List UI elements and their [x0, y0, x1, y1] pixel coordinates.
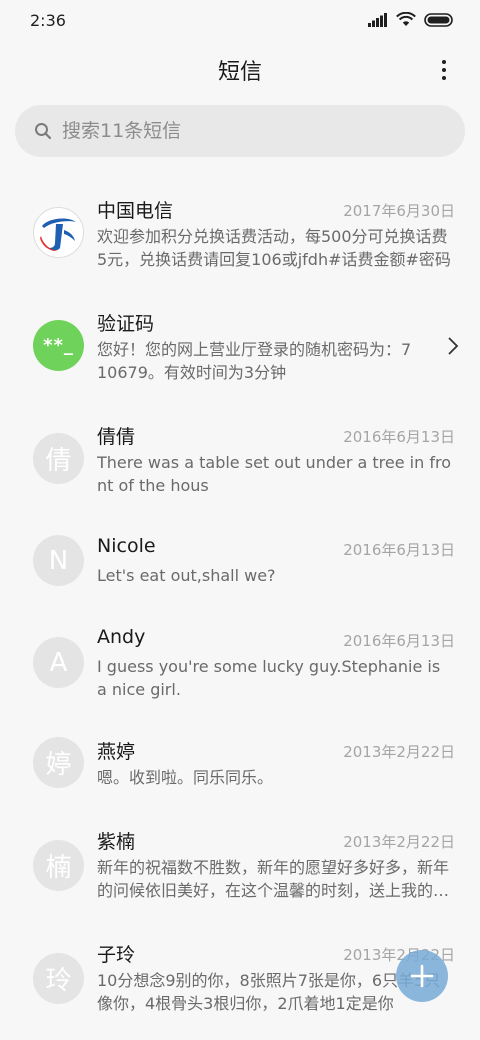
- signal-icon: [368, 12, 387, 27]
- search-bar[interactable]: [15, 105, 465, 157]
- avatar: **_: [33, 320, 84, 371]
- more-dot: [442, 60, 446, 64]
- conversation-item[interactable]: 楠 紫楠 2013年2月22日 新年的祝福数不胜数，新年的愿望好多好多，新年的问…: [0, 803, 480, 915]
- battery-icon: [424, 12, 453, 27]
- avatar: N: [33, 535, 84, 586]
- status-bar: 2:36: [0, 0, 480, 42]
- china-telecom-logo-icon: [35, 209, 82, 256]
- more-dot: [442, 68, 446, 72]
- message-preview: 新年的祝福数不胜数，新年的愿望好多好多，新年的问候依旧美好，在这个温馨的时刻，送…: [97, 858, 450, 900]
- status-icons: [368, 12, 454, 27]
- search-icon: [35, 123, 52, 140]
- message-date: 2016年6月13日: [343, 541, 455, 559]
- contact-name: 子玲: [97, 944, 136, 966]
- message-preview: I guess you're some lucky guy.Stephanie …: [97, 657, 441, 699]
- avatar: 倩: [33, 433, 84, 484]
- status-time: 2:36: [30, 11, 66, 30]
- avatar: [33, 207, 84, 258]
- message-preview: 欢迎参加积分兑换话费活动，每500分可兑换话费5元，兑换话费请回复106或jfd…: [97, 227, 451, 269]
- contact-name: Nicole: [97, 535, 156, 557]
- conversation-item[interactable]: A Andy 2016年6月13日 I guess you're some lu…: [0, 600, 480, 712]
- message-preview: 嗯。收到啦。同乐同乐。: [97, 768, 274, 787]
- contact-name: 紫楠: [97, 831, 136, 853]
- message-date: 2016年6月13日: [343, 428, 455, 446]
- contact-name: 验证码: [97, 313, 155, 335]
- contact-name: Andy: [97, 626, 146, 648]
- wifi-icon: [396, 12, 416, 26]
- message-date: 2016年6月13日: [343, 632, 455, 650]
- message-date: 2017年6月30日: [343, 202, 455, 220]
- conversation-item[interactable]: 倩 倩倩 2016年6月13日 There was a table set ou…: [0, 396, 480, 508]
- header: 短信: [0, 48, 480, 92]
- conversation-item[interactable]: **_ 验证码 您好！您的网上营业厅登录的随机密码为：710679。有效时间为3…: [0, 283, 480, 395]
- search-input[interactable]: [62, 120, 422, 142]
- page-title: 短信: [217, 60, 262, 85]
- more-dot: [442, 76, 446, 80]
- messages-screen: 2:36 短信 搜索11条短信 中国电信 2017年6月30日 欢迎参加积分兑换…: [0, 0, 480, 1040]
- message-preview: 您好！您的网上营业厅登录的随机密码为：710679。有效时间为3分钟: [97, 340, 412, 382]
- avatar: 婷: [33, 737, 84, 788]
- plus-icon: [410, 964, 434, 988]
- message-date: 2013年2月22日: [343, 743, 455, 761]
- contact-name: 倩倩: [97, 426, 136, 448]
- compose-button[interactable]: [396, 950, 448, 1002]
- more-options-button[interactable]: [434, 56, 454, 84]
- contact-name: 燕婷: [97, 741, 136, 763]
- message-preview: There was a table set out under a tree i…: [97, 453, 451, 495]
- message-preview: Let's eat out,shall we?: [97, 566, 276, 585]
- message-date: 2013年2月22日: [343, 833, 455, 851]
- conversation-item[interactable]: 中国电信 2017年6月30日 欢迎参加积分兑换话费活动，每500分可兑换话费5…: [0, 170, 480, 282]
- avatar: 玲: [33, 953, 84, 1004]
- avatar: 楠: [33, 840, 84, 891]
- avatar: A: [33, 637, 84, 688]
- contact-name: 中国电信: [97, 200, 174, 222]
- chevron-right-icon[interactable]: [446, 335, 460, 357]
